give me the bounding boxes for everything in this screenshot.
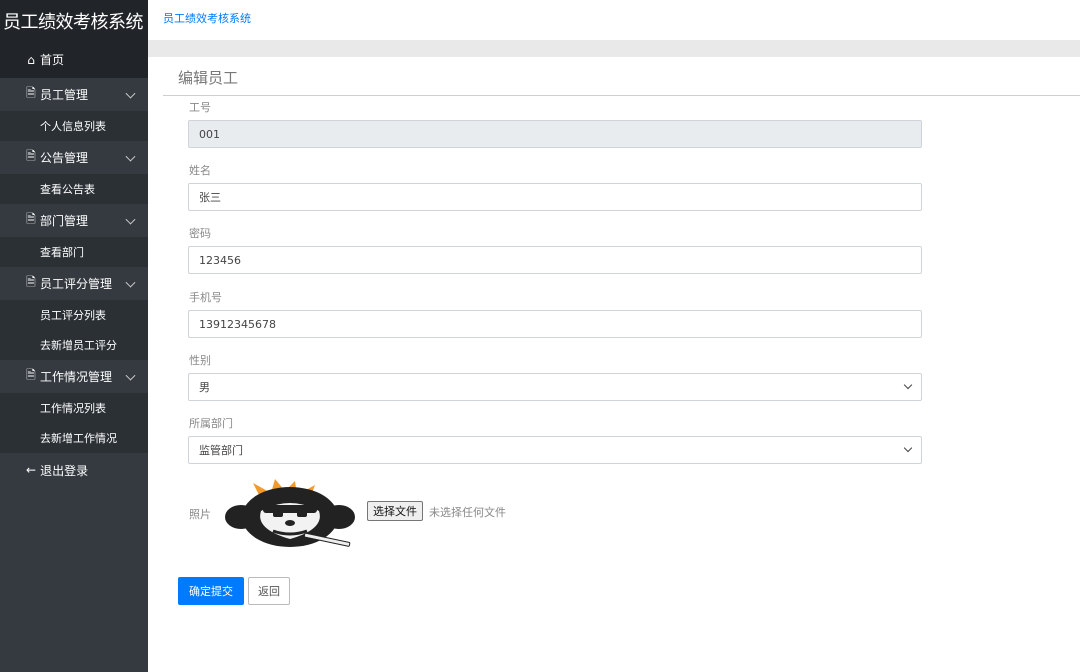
sidebar-item-home[interactable]: ⌂ 首页: [0, 41, 148, 78]
name-field[interactable]: 张三: [188, 183, 922, 211]
sidebar-item-add-work[interactable]: 去新增工作情况: [0, 423, 148, 453]
submit-button[interactable]: 确定提交: [178, 577, 244, 605]
department-label: 所属部门: [189, 417, 233, 430]
sidebar-item-label: 部门管理: [40, 214, 89, 228]
password-value: 123456: [199, 253, 241, 267]
employee-photo: [223, 477, 361, 553]
sidebar-group-department[interactable]: 🗎 部门管理: [0, 204, 148, 237]
phone-label: 手机号: [189, 291, 222, 304]
sidebar-group-employee[interactable]: 🗎 员工管理: [0, 78, 148, 111]
sidebar-item-department-list[interactable]: 查看部门: [0, 237, 148, 267]
sidebar-group-score[interactable]: 🗎 员工评分管理: [0, 267, 148, 300]
gender-label: 性别: [189, 354, 211, 367]
logout-link[interactable]: ← 退出登录: [0, 453, 148, 487]
department-value: 监管部门: [199, 444, 243, 457]
employee-id-label: 工号: [189, 101, 211, 114]
main-content: 编辑员工 工号 001 姓名 张三 密码 123456 手机号 13912345…: [163, 57, 1080, 672]
password-field[interactable]: 123456: [188, 246, 922, 274]
gender-value: 男: [199, 381, 210, 394]
sidebar-item-label: 员工管理: [40, 88, 89, 102]
chevron-down-icon: [903, 443, 913, 453]
name-value: 张三: [199, 191, 221, 204]
document-icon: 🗎: [26, 275, 36, 289]
sidebar-item-add-score[interactable]: 去新增员工评分: [0, 330, 148, 360]
choose-file-button[interactable]: 选择文件: [367, 501, 423, 521]
chevron-down-icon: [125, 370, 136, 381]
gender-select[interactable]: 男: [188, 373, 922, 401]
sidebar: 员工绩效考核系统 ⌂ 首页 🗎 员工管理 个人信息列表 🗎 公告管理 查看公告表…: [0, 0, 148, 672]
chevron-down-icon: [125, 214, 136, 225]
sidebar-item-label: 工作情况管理: [40, 370, 113, 384]
sidebar-item-work-list[interactable]: 工作情况列表: [0, 393, 148, 423]
chevron-down-icon: [125, 151, 136, 162]
employee-id-value: 001: [199, 127, 220, 141]
sidebar-item-notice-list[interactable]: 查看公告表: [0, 174, 148, 204]
password-label: 密码: [189, 227, 211, 240]
sidebar-item-score-list[interactable]: 员工评分列表: [0, 300, 148, 330]
no-file-text: 未选择任何文件: [429, 506, 506, 519]
document-icon: 🗎: [26, 149, 36, 163]
employee-id-field: 001: [188, 120, 922, 148]
app-brand: 员工绩效考核系统: [0, 0, 148, 41]
chevron-down-icon: [125, 88, 136, 99]
sidebar-group-notice[interactable]: 🗎 公告管理: [0, 141, 148, 174]
sidebar-item-label: 公告管理: [40, 151, 89, 165]
name-label: 姓名: [189, 164, 211, 177]
phone-value: 13912345678: [199, 317, 276, 331]
page-title: 编辑员工: [178, 69, 239, 87]
sidebar-group-work[interactable]: 🗎 工作情况管理: [0, 360, 148, 393]
photo-label: 照片: [189, 508, 211, 521]
arrow-left-icon: ←: [26, 463, 37, 477]
sidebar-item-label: 首页: [40, 53, 65, 67]
breadcrumb[interactable]: 员工绩效考核系统: [163, 10, 251, 26]
back-button[interactable]: 返回: [248, 577, 290, 605]
document-icon: 🗎: [26, 368, 36, 382]
document-icon: 🗎: [26, 212, 36, 226]
document-icon: 🗎: [26, 86, 36, 100]
chevron-down-icon: [125, 277, 136, 288]
chevron-down-icon: [903, 380, 913, 390]
home-icon: ⌂: [27, 52, 35, 67]
logout-label: 退出登录: [40, 463, 89, 478]
top-header: 员工绩效考核系统: [148, 0, 1080, 41]
sidebar-item-personal-list[interactable]: 个人信息列表: [0, 111, 148, 141]
title-divider: [163, 95, 1080, 96]
header-divider: [148, 41, 1080, 57]
sidebar-item-label: 员工评分管理: [40, 277, 113, 291]
department-select[interactable]: 监管部门: [188, 436, 922, 464]
phone-field[interactable]: 13912345678: [188, 310, 922, 338]
